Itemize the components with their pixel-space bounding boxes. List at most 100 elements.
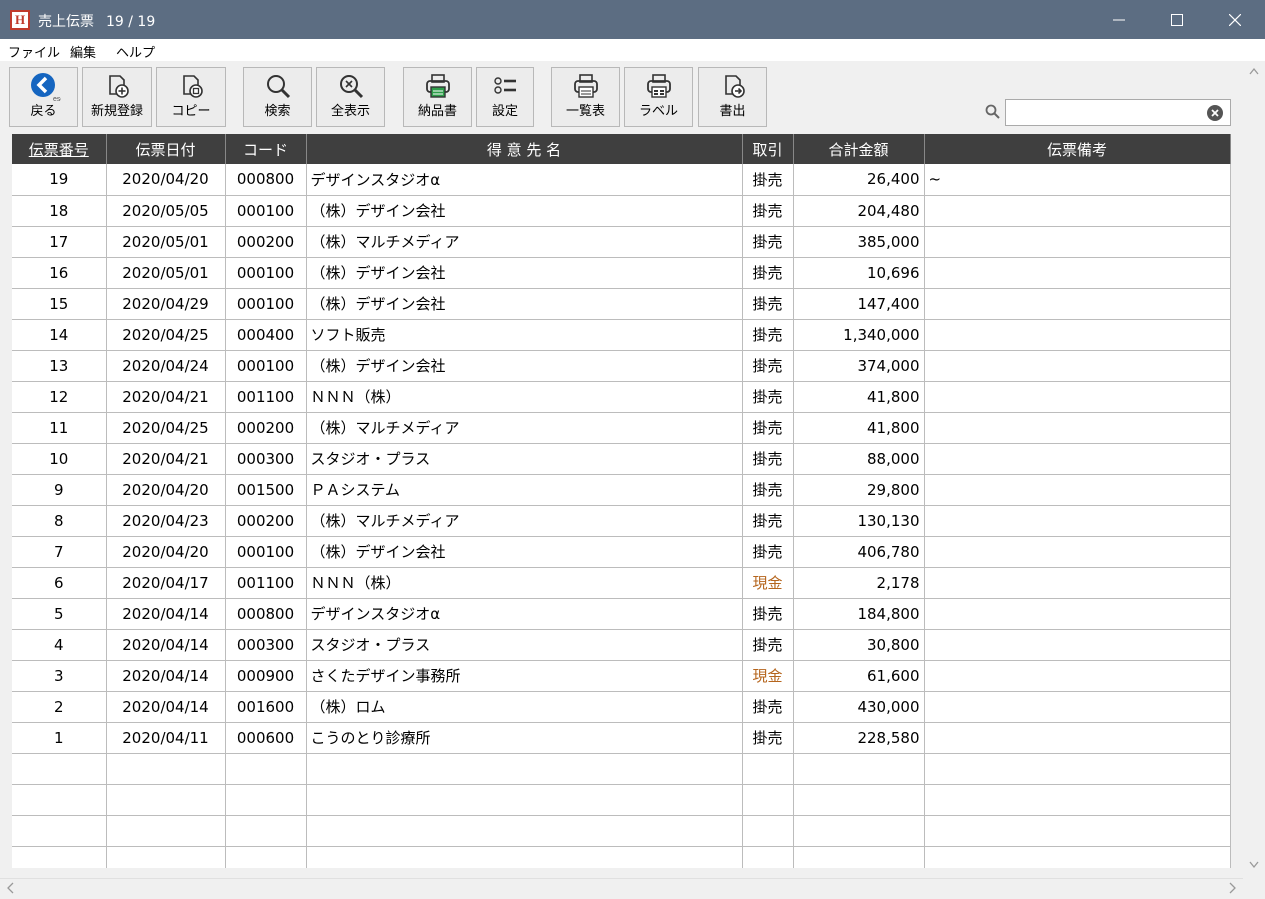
label-print-button[interactable]: ラベル	[624, 67, 693, 127]
cell-code: 000600	[225, 722, 307, 754]
cell-slip-number: 9	[12, 474, 107, 506]
back-button[interactable]: esc 戻る	[9, 67, 78, 127]
cell-code: 000100	[225, 536, 307, 568]
header-code[interactable]: コード	[225, 134, 307, 164]
search-button[interactable]: 検索	[243, 67, 312, 127]
search-input[interactable]	[1005, 99, 1231, 126]
table-row[interactable]: 16 2020/05/01 000100 （株）デザイン会社 掛売 10,696	[12, 257, 1231, 289]
cell-slip-number: 12	[12, 381, 107, 413]
table-row[interactable]: 7 2020/04/20 000100 （株）デザイン会社 掛売 406,780	[12, 536, 1231, 568]
empty-cell	[106, 815, 226, 847]
cell-code: 000200	[225, 412, 307, 444]
cell-slip-date: 2020/04/24	[106, 350, 226, 382]
table-row[interactable]: 5 2020/04/14 000800 デザインスタジオα 掛売 184,800	[12, 598, 1231, 630]
table-row[interactable]: 1 2020/04/11 000600 こうのとり診療所 掛売 228,580	[12, 722, 1231, 754]
table-row[interactable]: 11 2020/04/25 000200 （株）マルチメディア 掛売 41,800	[12, 412, 1231, 444]
empty-cell	[793, 784, 925, 816]
vertical-scrollbar[interactable]	[1243, 61, 1265, 878]
header-customer-name[interactable]: 得 意 先 名	[306, 134, 743, 164]
delivery-note-button[interactable]: 納品書	[403, 67, 472, 127]
cell-customer-name: デザインスタジオα	[306, 164, 743, 196]
empty-cell	[106, 784, 226, 816]
copy-label: コピー	[171, 104, 211, 119]
cell-slip-memo	[924, 195, 1231, 227]
table-row[interactable]: 18 2020/05/05 000100 （株）デザイン会社 掛売 204,480	[12, 195, 1231, 227]
menu-file[interactable]: ファイル	[8, 42, 60, 61]
cell-customer-name: （株）ロム	[306, 691, 743, 723]
horizontal-scrollbar[interactable]	[0, 878, 1243, 899]
cell-slip-date: 2020/05/01	[106, 257, 226, 289]
header-total-amount[interactable]: 合計金額	[793, 134, 925, 164]
cell-slip-date: 2020/04/14	[106, 629, 226, 661]
cell-code: 000300	[225, 629, 307, 661]
table-row[interactable]: 9 2020/04/20 001500 ＰＡシステム 掛売 29,800	[12, 474, 1231, 506]
settings-button[interactable]: 設定	[476, 67, 534, 127]
cell-transaction: 掛売	[742, 381, 794, 413]
maximize-icon	[1171, 13, 1183, 26]
copy-button[interactable]: コピー	[156, 67, 226, 127]
header-transaction[interactable]: 取引	[742, 134, 794, 164]
empty-table-row[interactable]	[12, 784, 1231, 816]
cell-slip-number: 19	[12, 164, 107, 196]
empty-cell	[306, 753, 743, 785]
header-slip-number[interactable]: 伝票番号	[12, 134, 107, 164]
empty-cell	[106, 846, 226, 868]
scroll-down-icon	[1249, 861, 1259, 869]
cell-slip-memo	[924, 629, 1231, 661]
table-row[interactable]: 6 2020/04/17 001100 ＮＮＮ（株） 現金 2,178	[12, 567, 1231, 599]
back-label: 戻る	[30, 104, 57, 119]
cell-total-amount: 204,480	[793, 195, 925, 227]
table-row[interactable]: 19 2020/04/20 000800 デザインスタジオα 掛売 26,400 ~	[12, 164, 1231, 196]
record-counter: 19 / 19	[106, 14, 156, 30]
cell-transaction: 掛売	[742, 598, 794, 630]
empty-table-row[interactable]	[12, 846, 1231, 868]
table-row[interactable]: 13 2020/04/24 000100 （株）デザイン会社 掛売 374,000	[12, 350, 1231, 382]
cell-total-amount: 385,000	[793, 226, 925, 258]
resize-grip-icon[interactable]	[1243, 878, 1265, 899]
cell-total-amount: 1,340,000	[793, 319, 925, 351]
table-row[interactable]: 15 2020/04/29 000100 （株）デザイン会社 掛売 147,400	[12, 288, 1231, 320]
maximize-button[interactable]	[1148, 0, 1206, 39]
copy-document-icon	[177, 68, 205, 104]
empty-table-row[interactable]	[12, 753, 1231, 785]
table-row[interactable]: 14 2020/04/25 000400 ソフト販売 掛売 1,340,000	[12, 319, 1231, 351]
empty-cell	[924, 753, 1231, 785]
cell-transaction: 掛売	[742, 629, 794, 661]
new-record-button[interactable]: 新規登録	[82, 67, 152, 127]
empty-cell	[793, 815, 925, 847]
empty-cell	[924, 846, 1231, 868]
table-row[interactable]: 8 2020/04/23 000200 （株）マルチメディア 掛売 130,130	[12, 505, 1231, 537]
cell-slip-date: 2020/04/23	[106, 505, 226, 537]
cell-slip-memo	[924, 350, 1231, 382]
header-slip-memo[interactable]: 伝票備考	[924, 134, 1231, 164]
menu-edit[interactable]: 編集	[70, 42, 96, 61]
table-row[interactable]: 4 2020/04/14 000300 スタジオ・プラス 掛売 30,800	[12, 629, 1231, 661]
cell-slip-number: 5	[12, 598, 107, 630]
cell-total-amount: 41,800	[793, 412, 925, 444]
table-row[interactable]: 10 2020/04/21 000300 スタジオ・プラス 掛売 88,000	[12, 443, 1231, 475]
scroll-left-icon	[7, 882, 14, 894]
close-button[interactable]	[1206, 0, 1264, 39]
show-all-button[interactable]: 全表示	[316, 67, 385, 127]
export-button[interactable]: 書出	[698, 67, 767, 127]
table-header-row: 伝票番号 伝票日付 コード 得 意 先 名 取引 合計金額 伝票備考	[12, 134, 1231, 164]
empty-table-row[interactable]	[12, 815, 1231, 847]
cell-total-amount: 30,800	[793, 629, 925, 661]
magnifier-icon	[264, 68, 292, 104]
list-print-label: 一覧表	[565, 104, 605, 119]
clear-search-icon[interactable]	[1206, 104, 1224, 126]
empty-cell	[793, 753, 925, 785]
settings-list-icon	[491, 68, 519, 104]
list-print-button[interactable]: 一覧表	[551, 67, 620, 127]
cell-slip-number: 2	[12, 691, 107, 723]
cell-customer-name: （株）デザイン会社	[306, 536, 743, 568]
table-row[interactable]: 3 2020/04/14 000900 さくたデザイン事務所 現金 61,600	[12, 660, 1231, 692]
window-title-text: 売上伝票	[38, 14, 94, 30]
cell-slip-date: 2020/04/21	[106, 443, 226, 475]
table-row[interactable]: 17 2020/05/01 000200 （株）マルチメディア 掛売 385,000	[12, 226, 1231, 258]
minimize-button[interactable]	[1090, 0, 1148, 39]
header-slip-date[interactable]: 伝票日付	[106, 134, 226, 164]
menu-help[interactable]: ヘルプ	[116, 42, 155, 61]
table-row[interactable]: 12 2020/04/21 001100 ＮＮＮ（株） 掛売 41,800	[12, 381, 1231, 413]
table-row[interactable]: 2 2020/04/14 001600 （株）ロム 掛売 430,000	[12, 691, 1231, 723]
